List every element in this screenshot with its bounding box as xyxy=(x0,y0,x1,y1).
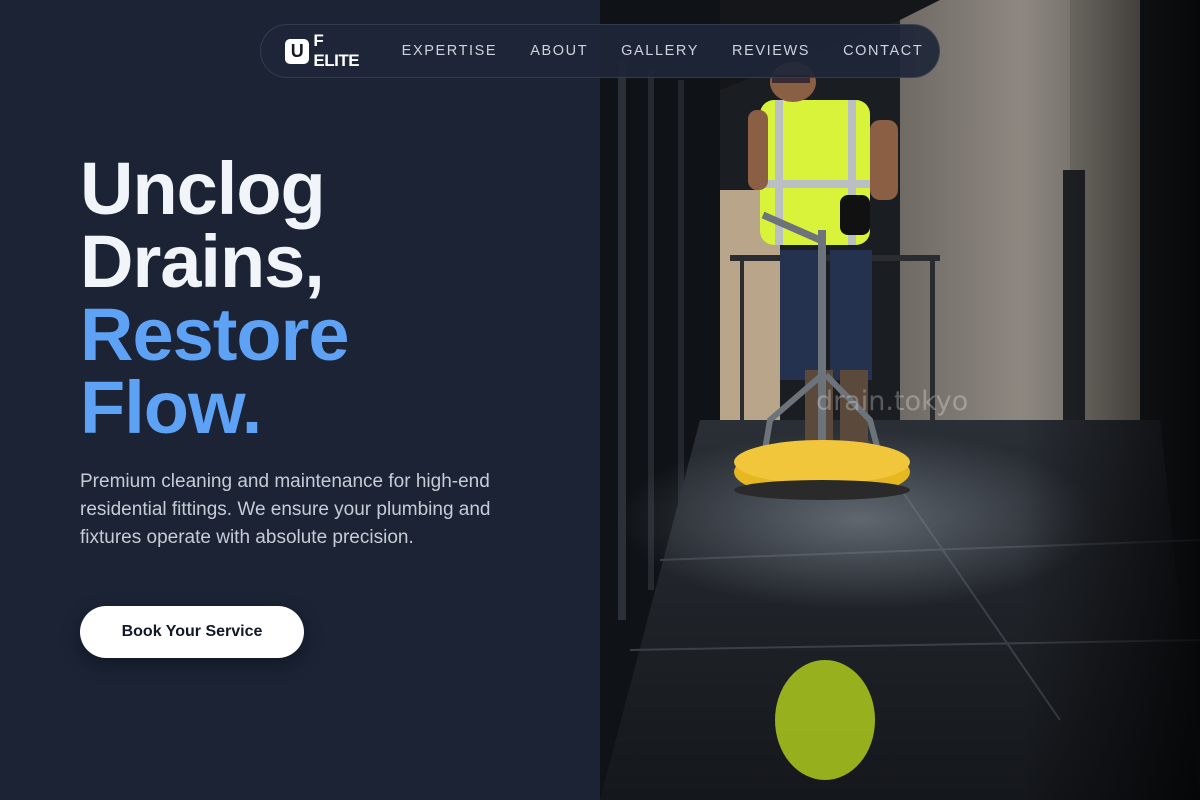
watermark-text: drain.tokyo xyxy=(816,386,969,417)
hero-title: Unclog Drains, Restore Flow. xyxy=(80,147,350,449)
nav-links: EXPERTISE ABOUT GALLERY REVIEWS CONTACT xyxy=(402,43,924,59)
nav-link-reviews[interactable]: REVIEWS xyxy=(732,43,810,59)
nav-link-about[interactable]: ABOUT xyxy=(530,43,588,59)
nav-link-contact[interactable]: CONTACT xyxy=(843,43,923,59)
book-service-button[interactable]: Book Your Service xyxy=(80,606,304,658)
nav-link-expertise[interactable]: EXPERTISE xyxy=(402,43,498,59)
hero-description: Premium cleaning and maintenance for hig… xyxy=(80,471,491,548)
main-navbar: U F ELITE EXPERTISE ABOUT GALLERY REVIEW… xyxy=(260,24,940,78)
hero-title-line-3: Restore xyxy=(80,293,350,376)
logo-text: F ELITE xyxy=(313,31,360,70)
hero-title-line-4: Flow. xyxy=(80,366,262,449)
hero-title-line-2: Drains, xyxy=(80,220,325,303)
logo-mark: U xyxy=(285,38,310,64)
hero-title-line-1: Unclog xyxy=(80,147,326,230)
nav-link-gallery[interactable]: GALLERY xyxy=(621,43,699,59)
brand-logo[interactable]: U F ELITE xyxy=(285,31,364,71)
